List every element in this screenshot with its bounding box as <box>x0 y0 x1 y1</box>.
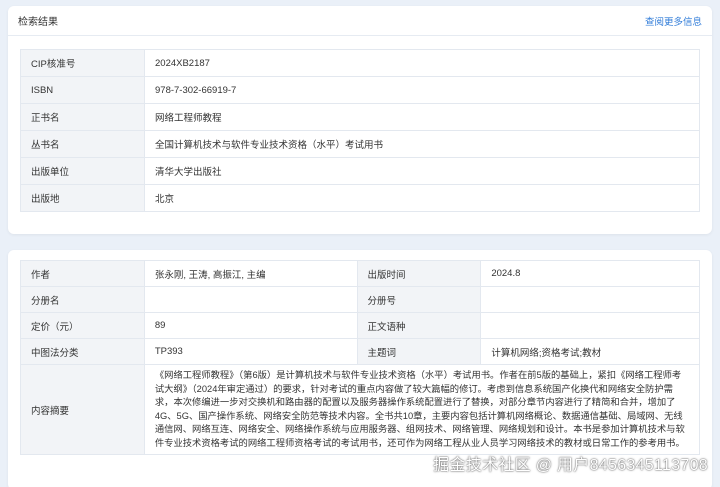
abstract-cell: 《网络工程师教程》（第6版）是计算机技术与软件专业技术资格（水平）考试用书。作者… <box>143 364 701 455</box>
table-row: 作者 张永刚, 王涛, 高振江, 主编 出版时间 2024.8 <box>20 260 700 287</box>
language-label: 正文语种 <box>356 312 482 339</box>
cip-info-table: CIP核准号 2024XB2187 ISBN 978-7-302-66919-7… <box>20 49 700 212</box>
watermark-text: 掘金技术社区 @ 用户8456345113708 <box>433 457 708 474</box>
cip-label: CIP核准号 <box>20 49 145 77</box>
table-row: 定价（元） 89 正文语种 <box>20 312 700 339</box>
clc-label: 中图法分类 <box>20 338 145 365</box>
place-label: 出版地 <box>20 184 145 212</box>
series-value: 全国计算机技术与软件专业技术资格（水平）考试用书 <box>144 130 700 158</box>
table-row: 中图法分类 TP393 主题词 计算机网络;资格考试;教材 <box>20 338 700 365</box>
pubtime-label: 出版时间 <box>356 260 482 287</box>
subject-value: 计算机网络;资格考试;教材 <box>480 338 700 365</box>
isbn-label: ISBN <box>20 76 145 104</box>
abstract-label: 内容摘要 <box>20 364 145 455</box>
table-row: CIP核准号 2024XB2187 <box>20 49 700 77</box>
table-row: 分册名 分册号 <box>20 286 700 313</box>
table-row: 丛书名 全国计算机技术与软件专业技术资格（水平）考试用书 <box>20 130 700 158</box>
publisher-value: 清华大学出版社 <box>144 157 700 185</box>
table-row: 出版地 北京 <box>20 184 700 212</box>
more-info-link[interactable]: 查阅更多信息 <box>645 14 702 28</box>
part-no-label: 分册号 <box>356 286 482 313</box>
language-value <box>480 312 700 339</box>
title-label: 正书名 <box>20 103 145 131</box>
abstract-text: 《网络工程师教程》（第6版）是计算机技术与软件专业技术资格（水平）考试用书。作者… <box>154 370 685 448</box>
cip-value: 2024XB2187 <box>144 49 700 77</box>
part-no-value <box>480 286 700 313</box>
search-result-card: 检索结果 查阅更多信息 CIP核准号 2024XB2187 ISBN 978-7… <box>8 6 712 234</box>
table-row: ISBN 978-7-302-66919-7 <box>20 76 700 104</box>
subject-label: 主题词 <box>356 338 482 365</box>
search-result-header: 检索结果 查阅更多信息 <box>8 6 712 36</box>
price-value: 89 <box>143 312 358 339</box>
isbn-value: 978-7-302-66919-7 <box>144 76 700 104</box>
part-name-label: 分册名 <box>20 286 145 313</box>
pubtime-value: 2024.8 <box>480 260 700 287</box>
series-label: 丛书名 <box>20 130 145 158</box>
price-label: 定价（元） <box>20 312 145 339</box>
clc-value: TP393 <box>143 338 358 365</box>
publisher-label: 出版单位 <box>20 157 145 185</box>
title-value: 网络工程师教程 <box>144 103 700 131</box>
table-row: 内容摘要 《网络工程师教程》（第6版）是计算机技术与软件专业技术资格（水平）考试… <box>20 364 701 455</box>
table-row: 正书名 网络工程师教程 <box>20 103 700 131</box>
author-value: 张永刚, 王涛, 高振江, 主编 <box>143 260 358 287</box>
place-value: 北京 <box>144 184 700 212</box>
table-row: 出版单位 清华大学出版社 <box>20 157 700 185</box>
part-name-value <box>143 286 358 313</box>
author-label: 作者 <box>20 260 145 287</box>
search-result-title: 检索结果 <box>18 17 58 28</box>
book-details-table: 作者 张永刚, 王涛, 高振江, 主编 出版时间 2024.8 分册名 分册号 … <box>20 260 701 455</box>
